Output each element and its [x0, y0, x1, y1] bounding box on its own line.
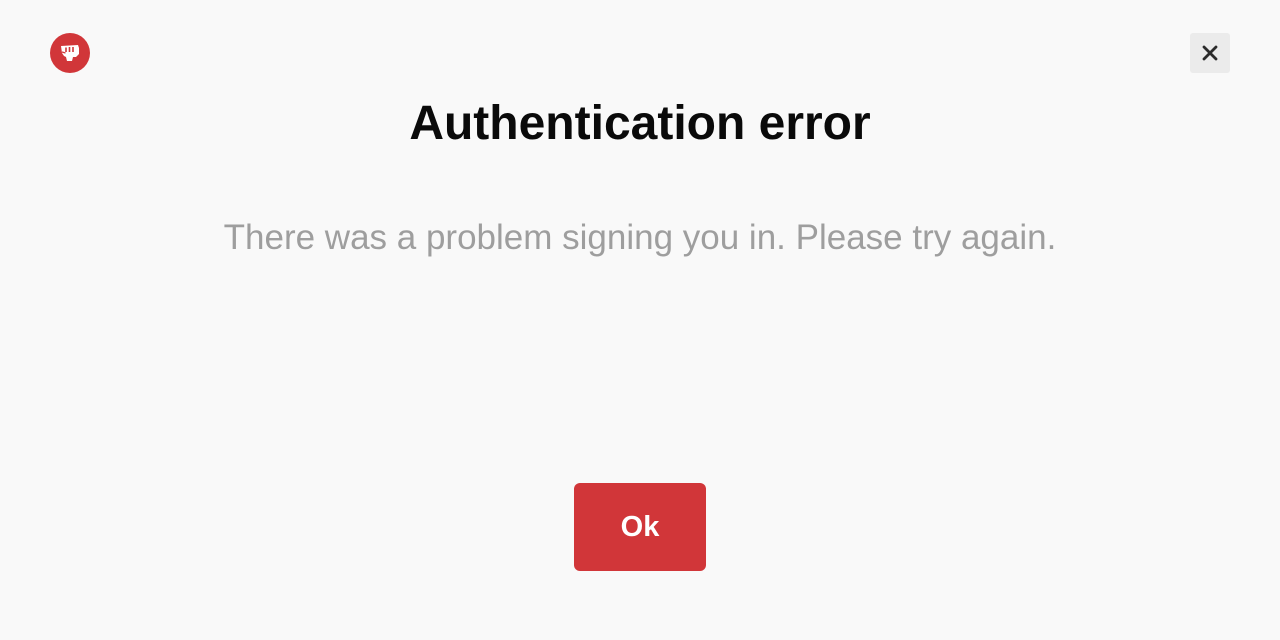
app-logo-icon — [50, 33, 90, 73]
close-button[interactable] — [1190, 33, 1230, 73]
dialog-message: There was a problem signing you in. Plea… — [223, 218, 1057, 257]
close-icon — [1202, 45, 1218, 61]
fist-icon — [61, 45, 79, 61]
ok-button[interactable]: Ok — [574, 483, 706, 571]
dialog-title: Authentication error — [409, 97, 871, 150]
